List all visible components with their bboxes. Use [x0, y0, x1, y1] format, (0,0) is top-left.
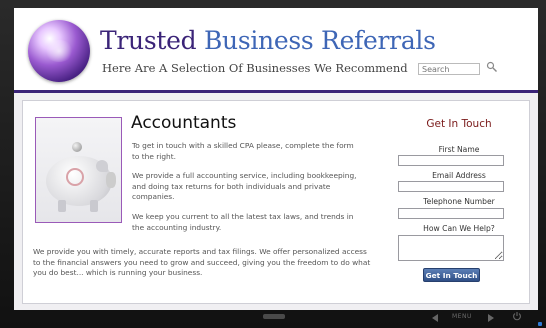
- content-area: Accountants To get in touch with a skill…: [14, 93, 538, 310]
- content-panel: Accountants To get in touch with a skill…: [22, 100, 530, 304]
- pig-leg-shape: [58, 200, 66, 212]
- phone-label: Telephone Number: [423, 197, 495, 206]
- home-key[interactable]: [263, 314, 285, 319]
- site-header: Trusted Business Referrals Here Are A Se…: [14, 8, 538, 93]
- search-input[interactable]: [418, 63, 480, 75]
- page-title: Accountants: [131, 113, 237, 133]
- services-paragraph: We provide a full accounting service, in…: [132, 171, 357, 201]
- contact-form-title: Get In Touch: [426, 118, 492, 130]
- help-textarea[interactable]: [398, 235, 504, 261]
- tax-laws-paragraph: We keep you current to all the latest ta…: [132, 212, 354, 232]
- device-screen: Trusted Business Referrals Here Are A Se…: [14, 8, 538, 310]
- site-title[interactable]: Trusted Business Referrals: [100, 26, 436, 55]
- pig-leg-shape: [90, 200, 98, 212]
- first-name-label: First Name: [438, 145, 480, 154]
- site-tagline: Here Are A Selection Of Businesses We Re…: [102, 61, 408, 75]
- email-field[interactable]: [398, 181, 504, 192]
- search-icon[interactable]: [486, 61, 498, 73]
- coin-shape: [72, 142, 82, 152]
- phone-field[interactable]: [398, 208, 504, 219]
- status-led: [538, 322, 542, 326]
- pig-decoration-shape: [66, 168, 84, 186]
- pig-ear-shape: [96, 160, 108, 172]
- first-name-field[interactable]: [398, 155, 504, 166]
- intro-paragraph: To get in touch with a skilled CPA pleas…: [132, 141, 354, 161]
- get-in-touch-button[interactable]: Get In Touch: [423, 268, 480, 282]
- power-icon[interactable]: [512, 311, 522, 321]
- logo-orb-icon[interactable]: [28, 20, 90, 82]
- pig-snout-shape: [106, 172, 116, 188]
- email-label: Email Address: [432, 171, 486, 180]
- help-label: How Can We Help?: [423, 224, 495, 233]
- site-title-part1: Trusted: [100, 26, 204, 55]
- menu-label[interactable]: MENU: [452, 313, 472, 320]
- reports-paragraph: We provide you with timely, accurate rep…: [33, 247, 371, 277]
- site-title-part2: Business Referrals: [203, 26, 436, 55]
- nav-left-icon[interactable]: [432, 314, 438, 322]
- nav-right-icon[interactable]: [488, 314, 494, 322]
- piggy-bank-image: [35, 117, 122, 223]
